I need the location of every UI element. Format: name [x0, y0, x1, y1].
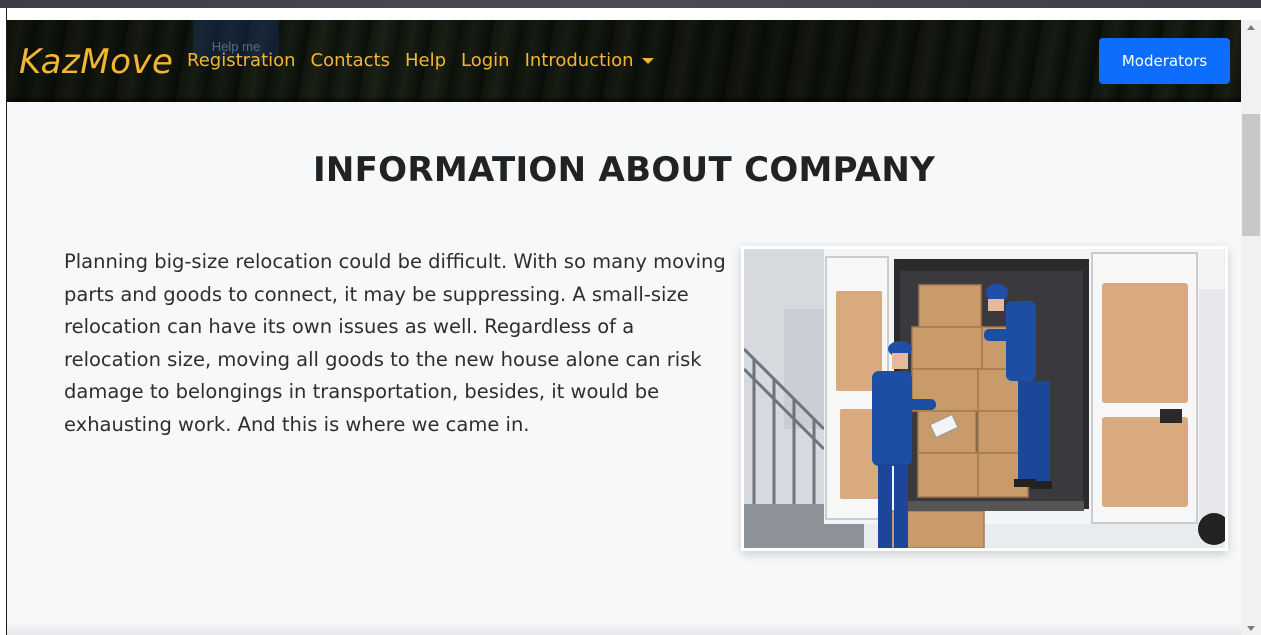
scroll-down-arrow-icon[interactable]: [1247, 626, 1255, 631]
nav-dropdown-introduction-label: Introduction: [524, 50, 634, 71]
company-description: Planning big-size relocation could be di…: [64, 250, 726, 436]
scrollbar-thumb[interactable]: [1242, 114, 1260, 236]
top-navbar: Help me KazMove Registration Contacts He…: [7, 20, 1241, 102]
nav-links: Registration Contacts Help Login Introdu…: [187, 50, 669, 71]
page-title: INFORMATION ABOUT COMPANY: [312, 150, 936, 190]
movers-van-photo: [741, 246, 1228, 551]
scroll-up-arrow-icon[interactable]: [1247, 25, 1255, 30]
brand-logo[interactable]: KazMove: [19, 42, 173, 82]
nav-link-help[interactable]: Help: [405, 50, 446, 71]
main-content: INFORMATION ABOUT COMPANY Planning big-s…: [7, 102, 1241, 635]
page-scrollbar[interactable]: [1241, 20, 1261, 635]
moderators-button[interactable]: Moderators: [1099, 38, 1230, 84]
nav-link-login[interactable]: Login: [461, 50, 510, 71]
content-bottom-fade: [7, 621, 1241, 635]
caret-down-icon: [641, 58, 654, 64]
browser-viewport: Help me KazMove Registration Contacts He…: [0, 0, 1261, 635]
nav-dropdown-introduction[interactable]: Introduction: [525, 50, 654, 71]
nav-link-registration[interactable]: Registration: [187, 50, 296, 71]
browser-chrome-strip: [0, 0, 1261, 8]
nav-link-contacts[interactable]: Contacts: [311, 50, 390, 71]
